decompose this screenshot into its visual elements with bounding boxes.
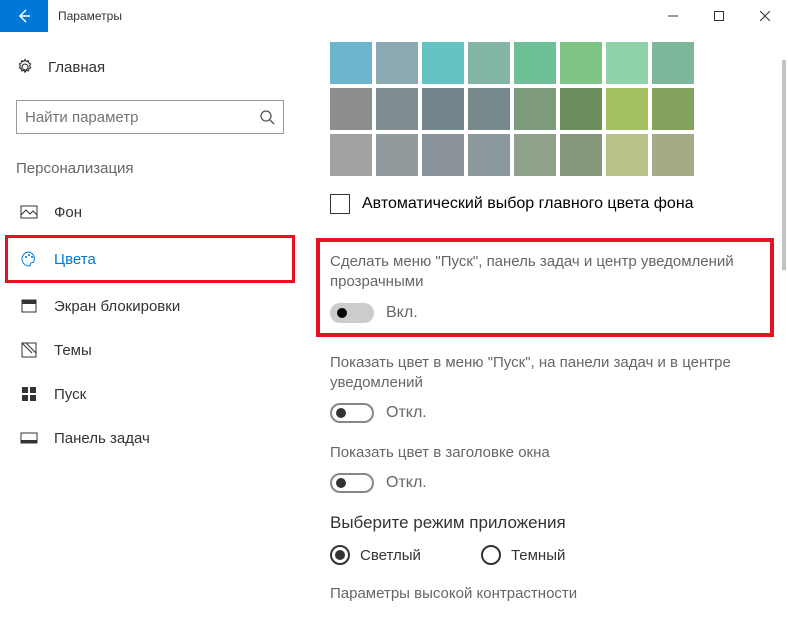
sidebar-item-label: Темы	[54, 342, 92, 359]
content-area: Автоматический выбор главного цвета фона…	[300, 32, 788, 629]
app-mode-light-label: Светлый	[360, 547, 421, 564]
sidebar-item-label: Пуск	[54, 386, 86, 403]
color-swatch[interactable]	[652, 134, 694, 176]
color-swatch[interactable]	[652, 42, 694, 84]
app-mode-light[interactable]: Светлый	[330, 545, 421, 565]
search-input[interactable]	[16, 100, 284, 134]
palette-icon	[20, 250, 38, 268]
show-color-start-title: Показать цвет в меню "Пуск", на панели з…	[330, 353, 778, 394]
minimize-button[interactable]	[650, 0, 696, 32]
sidebar-item-label: Экран блокировки	[54, 298, 180, 315]
search-field[interactable]	[25, 109, 259, 126]
show-color-titlebar-title: Показать цвет в заголовке окна	[330, 443, 778, 463]
color-swatch[interactable]	[422, 134, 464, 176]
auto-color-checkbox[interactable]: Автоматический выбор главного цвета фона	[330, 194, 778, 214]
radio-icon	[481, 545, 501, 565]
radio-icon	[330, 545, 350, 565]
color-swatch[interactable]	[422, 42, 464, 84]
transparency-setting: Сделать меню "Пуск", панель задач и цент…	[316, 238, 774, 337]
color-swatch[interactable]	[514, 88, 556, 130]
color-swatch[interactable]	[652, 88, 694, 130]
titlebar: Параметры	[0, 0, 788, 32]
color-swatch[interactable]	[330, 88, 372, 130]
show-color-start-setting: Показать цвет в меню "Пуск", на панели з…	[330, 353, 778, 424]
transparency-title: Сделать меню "Пуск", панель задач и цент…	[330, 252, 760, 293]
color-swatch-grid	[330, 42, 778, 176]
window-controls	[650, 0, 788, 32]
transparency-state: Вкл.	[386, 304, 418, 322]
color-swatch[interactable]	[376, 88, 418, 130]
checkbox-icon	[330, 194, 350, 214]
window-title: Параметры	[48, 9, 122, 23]
app-mode-dark[interactable]: Темный	[481, 545, 565, 565]
picture-icon	[20, 203, 38, 221]
color-swatch[interactable]	[376, 134, 418, 176]
home-link[interactable]: Главная	[8, 50, 292, 84]
lockscreen-icon	[20, 297, 38, 315]
sidebar-item-colors[interactable]: Цвета	[5, 235, 295, 283]
show-color-start-state: Откл.	[386, 404, 427, 422]
sidebar-item-label: Цвета	[54, 251, 96, 268]
color-swatch[interactable]	[606, 42, 648, 84]
maximize-button[interactable]	[696, 0, 742, 32]
show-color-titlebar-state: Откл.	[386, 474, 427, 492]
color-swatch[interactable]	[422, 88, 464, 130]
show-color-titlebar-toggle[interactable]	[330, 473, 374, 493]
app-mode-dark-label: Темный	[511, 547, 565, 564]
themes-icon	[20, 341, 38, 359]
gear-icon	[16, 58, 34, 76]
color-swatch[interactable]	[560, 88, 602, 130]
arrow-left-icon	[16, 8, 32, 24]
color-swatch[interactable]	[330, 42, 372, 84]
color-swatch[interactable]	[468, 134, 510, 176]
app-mode-radios: Светлый Темный	[330, 545, 778, 565]
sidebar-item-start[interactable]: Пуск	[8, 373, 292, 415]
sidebar: Главная Персонализация Фон Цвета Экран б…	[0, 32, 300, 629]
color-swatch[interactable]	[560, 42, 602, 84]
close-button[interactable]	[742, 0, 788, 32]
sidebar-item-themes[interactable]: Темы	[8, 329, 292, 371]
sidebar-item-lockscreen[interactable]: Экран блокировки	[8, 285, 292, 327]
color-swatch[interactable]	[330, 134, 372, 176]
color-swatch[interactable]	[514, 42, 556, 84]
section-label: Персонализация	[8, 134, 292, 189]
home-label: Главная	[48, 59, 105, 76]
color-swatch[interactable]	[606, 134, 648, 176]
color-swatch[interactable]	[468, 42, 510, 84]
show-color-start-toggle[interactable]	[330, 403, 374, 423]
sidebar-item-taskbar[interactable]: Панель задач	[8, 417, 292, 459]
taskbar-icon	[20, 429, 38, 447]
search-icon	[259, 109, 275, 125]
color-swatch[interactable]	[514, 134, 556, 176]
transparency-toggle[interactable]	[330, 303, 374, 323]
back-button[interactable]	[0, 0, 48, 32]
color-swatch[interactable]	[560, 134, 602, 176]
show-color-titlebar-setting: Показать цвет в заголовке окна Откл.	[330, 443, 778, 493]
sidebar-item-label: Фон	[54, 204, 82, 221]
sidebar-item-background[interactable]: Фон	[8, 191, 292, 233]
scrollbar-thumb[interactable]	[782, 60, 786, 270]
sidebar-item-label: Панель задач	[54, 430, 150, 447]
color-swatch[interactable]	[468, 88, 510, 130]
auto-color-label: Автоматический выбор главного цвета фона	[362, 195, 694, 213]
color-swatch[interactable]	[606, 88, 648, 130]
start-icon	[20, 385, 38, 403]
high-contrast-link[interactable]: Параметры высокой контрастности	[330, 585, 778, 602]
app-mode-title: Выберите режим приложения	[330, 513, 778, 533]
color-swatch[interactable]	[376, 42, 418, 84]
scrollbar-track[interactable]	[774, 32, 788, 629]
